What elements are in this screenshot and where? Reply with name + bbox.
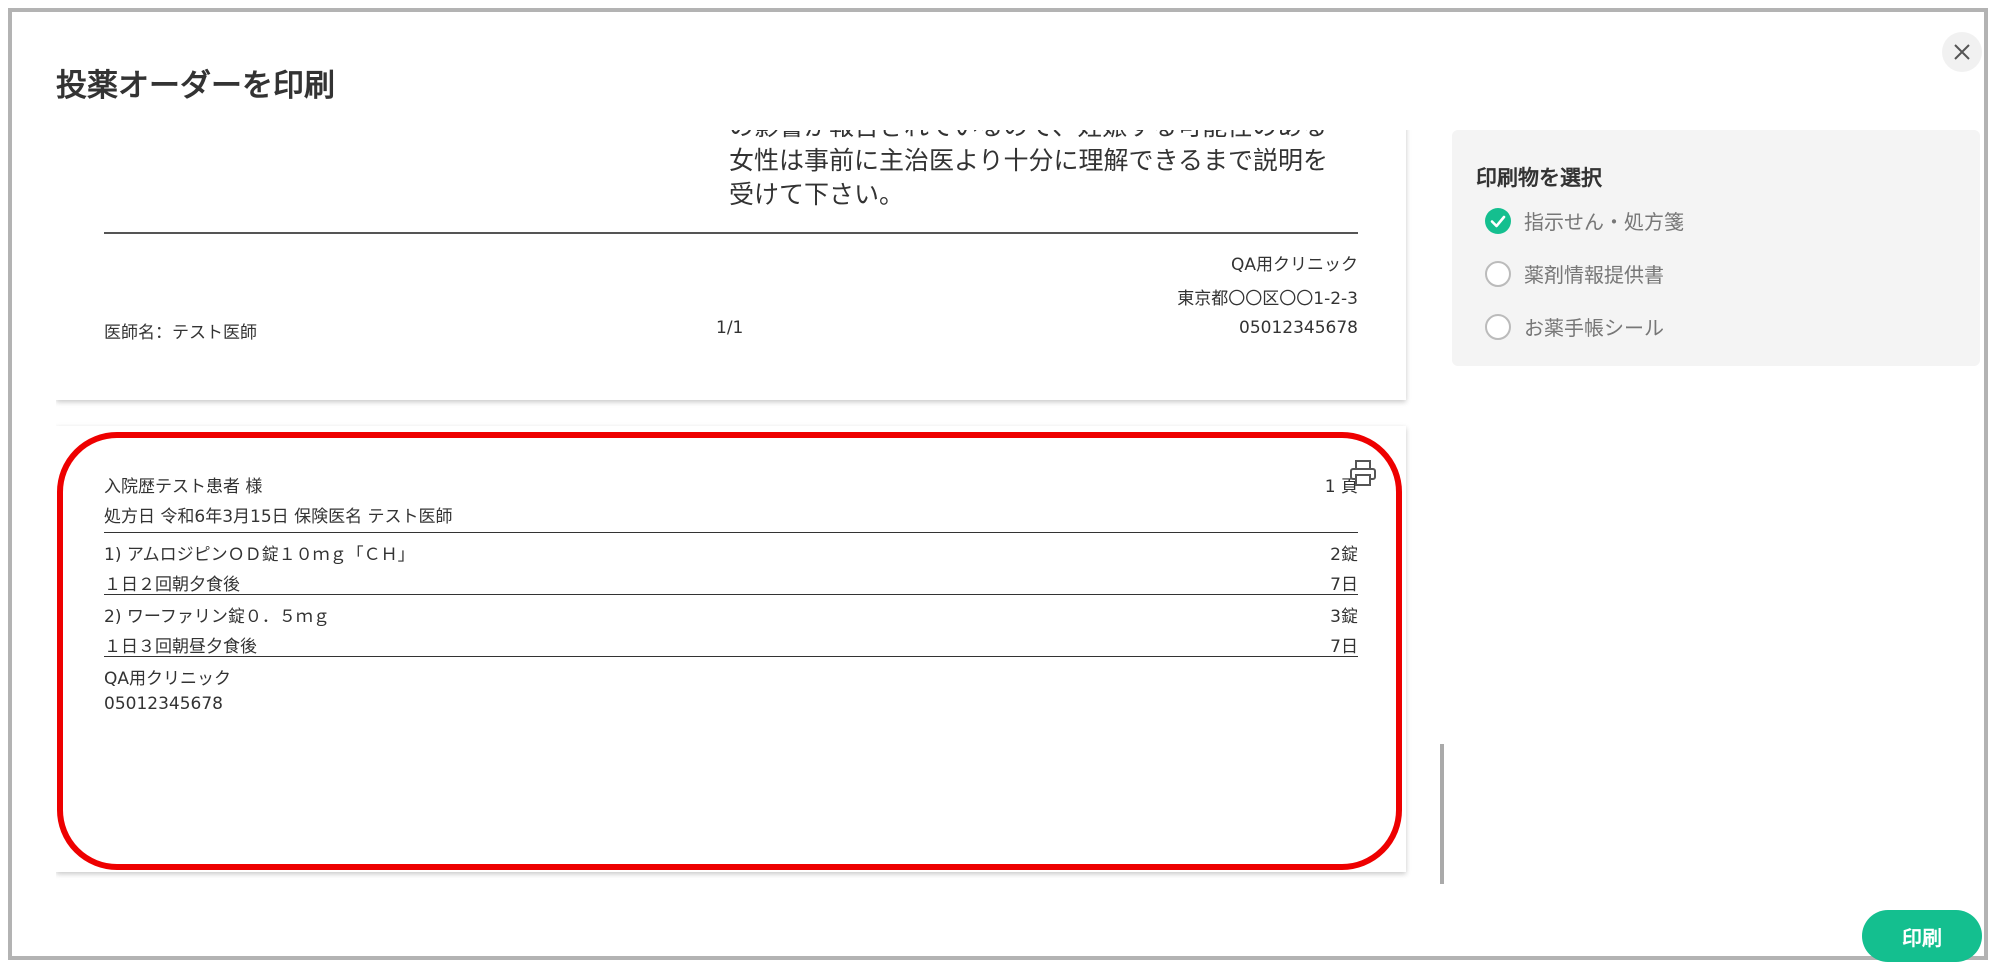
divider	[104, 232, 1358, 234]
check-circle-icon	[1484, 207, 1512, 235]
clinic-name: QA用クリニック	[1230, 255, 1358, 275]
warning-line: 女性は事前に主治医より十分に理解できるまで説明を	[729, 146, 1329, 175]
divider	[104, 532, 1358, 533]
print-button[interactable]: 印刷	[1862, 910, 1982, 962]
option-label: 薬剤情報提供書	[1524, 263, 1664, 287]
warning-line: 受けて下さい。	[729, 180, 905, 209]
sticker-clinic-phone: 05012345678	[104, 694, 223, 714]
preview-page-prescription: の影響が報告されているので、妊娠する可能性のある 女性は事前に主治医より十分に理…	[56, 130, 1406, 400]
option-drug-info[interactable]: 薬剤情報提供書	[1484, 259, 1664, 288]
prescription-info: 処方日 令和6年3月15日 保険医名 テスト医師	[104, 507, 453, 527]
patient-name: 入院歴テスト患者 様	[104, 477, 263, 497]
warning-line: の影響が報告されているので、妊娠する可能性のある	[729, 130, 1369, 144]
drug-usage: １日２回朝夕食後	[104, 575, 240, 595]
preview-page-sticker: 入院歴テスト患者 様 1 頁 処方日 令和6年3月15日 保険医名 テスト医師 …	[56, 426, 1406, 872]
radio-icon	[1484, 313, 1512, 341]
printer-icon	[1348, 458, 1378, 488]
option-label: お薬手帳シール	[1524, 316, 1664, 340]
doctor-name: 医師名：テスト医師	[104, 323, 257, 343]
preview-scrollbar[interactable]	[1440, 744, 1444, 884]
clinic-address: 東京都〇〇区〇〇1-2-3	[1177, 289, 1358, 309]
divider	[104, 656, 1358, 657]
option-prescription[interactable]: 指示せん・処方箋	[1484, 206, 1684, 235]
drug-name: 1) アムロジピンＯＤ錠１０ｍｇ「ＣＨ」	[104, 545, 415, 565]
warning-text: の影響が報告されているので、妊娠する可能性のある 女性は事前に主治医より十分に理…	[729, 130, 1369, 212]
radio-icon	[1484, 260, 1512, 288]
drug-days: 7日	[1330, 637, 1358, 657]
drug-days: 7日	[1330, 575, 1358, 595]
option-label: 指示せん・処方箋	[1524, 210, 1684, 234]
close-icon	[1954, 44, 1970, 60]
close-button[interactable]	[1942, 32, 1982, 72]
dialog-title: 投薬オーダーを印刷	[56, 68, 335, 104]
sticker-clinic-name: QA用クリニック	[104, 669, 232, 689]
drug-quantity: 3錠	[1330, 607, 1358, 627]
panel-title: 印刷物を選択	[1476, 166, 1602, 190]
page-number: 1/1	[716, 318, 744, 338]
clinic-phone: 05012345678	[1239, 318, 1358, 338]
print-selection-panel: 印刷物を選択 指示せん・処方箋 薬剤情報提供書 お薬手帳シール	[1452, 130, 1980, 366]
print-preview[interactable]: の影響が報告されているので、妊娠する可能性のある 女性は事前に主治医より十分に理…	[56, 130, 1412, 882]
option-notebook-sticker[interactable]: お薬手帳シール	[1484, 312, 1664, 341]
drug-quantity: 2錠	[1330, 545, 1358, 565]
divider	[104, 594, 1358, 595]
drug-name: 2) ワーファリン錠０．５ｍｇ	[104, 607, 330, 627]
drug-usage: １日３回朝昼夕食後	[104, 637, 257, 657]
print-dialog: 投薬オーダーを印刷 の影響が報告されているので、妊娠する可能性のある 女性は事前…	[8, 8, 1988, 962]
